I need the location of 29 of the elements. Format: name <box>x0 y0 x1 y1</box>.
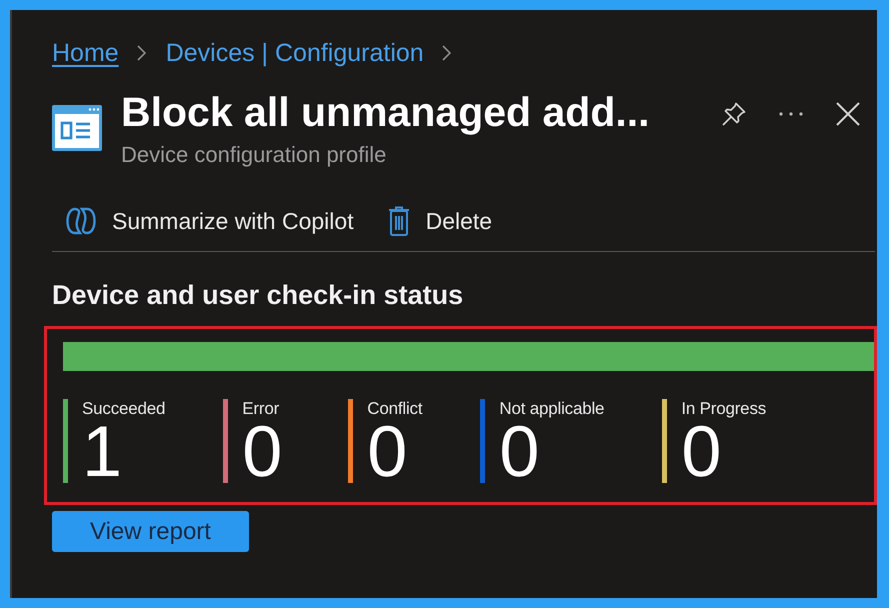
trash-icon <box>388 206 410 236</box>
status-count: 0 <box>242 421 282 483</box>
status-label: Error <box>242 399 280 419</box>
status-count: 0 <box>499 421 540 483</box>
copilot-icon <box>66 207 96 235</box>
status-label: Conflict <box>367 399 422 419</box>
pin-icon <box>722 102 746 126</box>
close-icon <box>836 102 860 126</box>
status-label: Succeeded <box>82 399 166 419</box>
chevron-icon <box>442 45 451 61</box>
view-report-button[interactable]: View report <box>52 511 249 552</box>
breadcrumb-link[interactable]: Home <box>52 38 119 68</box>
copilot-button[interactable]: Summarize with Copilot <box>52 200 368 242</box>
delete-button[interactable]: Delete <box>374 200 506 242</box>
page-title: Block all unmanaged add... <box>121 88 651 136</box>
more-icon <box>779 112 803 116</box>
page-subtitle: Device configuration profile <box>121 142 388 168</box>
profile-icon <box>52 105 102 151</box>
more-button[interactable] <box>779 112 803 116</box>
status-count: 0 <box>681 421 722 483</box>
status-label: In Progress <box>681 399 766 419</box>
close-button[interactable] <box>836 102 860 126</box>
breadcrumb-link[interactable]: Devices | Configuration <box>166 38 424 68</box>
status-label: Not applicable <box>499 399 604 419</box>
chevron-icon <box>136 45 146 61</box>
status-count: 1 <box>82 421 122 483</box>
status-count: 0 <box>367 421 408 483</box>
section-heading: Device and user check-in status <box>52 279 464 311</box>
pin-button[interactable] <box>722 102 746 126</box>
